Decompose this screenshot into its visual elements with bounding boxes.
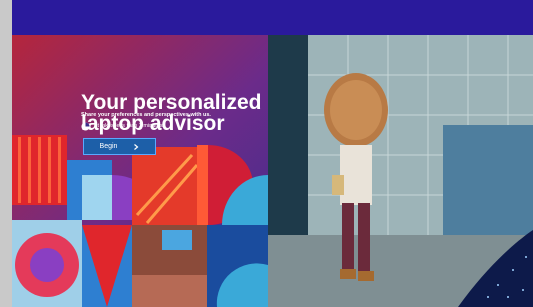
begin-button[interactable]: Begin [83, 138, 156, 155]
geometric-mosaic [12, 135, 268, 307]
hero-photo-illustration [268, 35, 533, 307]
time-note-text: It takes less than 3 minutes [96, 123, 163, 129]
hero-subtitle: Share your preferences and perspectives … [81, 112, 211, 118]
hero-photo [268, 35, 533, 307]
page-frame: Your personalized laptop advisor Share y… [12, 0, 533, 307]
chevron-right-icon [134, 143, 139, 150]
time-note-row: It takes less than 3 minutes [81, 121, 163, 131]
top-banner [12, 0, 533, 35]
clock-icon [81, 121, 90, 131]
hero-left-panel: Your personalized laptop advisor [12, 35, 268, 307]
begin-button-label: Begin [99, 143, 118, 150]
